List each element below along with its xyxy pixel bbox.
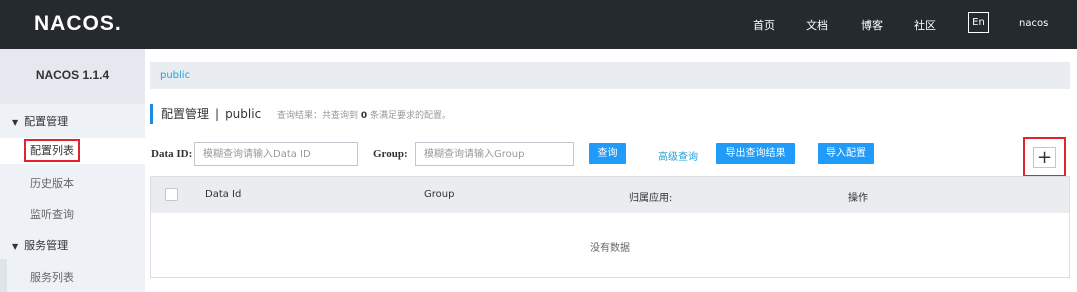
column-header-dataid: Data Id <box>205 189 242 200</box>
query-button[interactable]: 查询 <box>589 143 626 164</box>
sidebar-item-label: 历史版本 <box>30 177 74 190</box>
sidebar-item-listener-query[interactable]: 监听查询 <box>0 202 145 228</box>
user-menu[interactable]: nacos <box>1019 18 1048 29</box>
table-empty-message: 没有数据 <box>590 243 630 254</box>
nav-docs-link[interactable]: 文档 <box>806 17 828 33</box>
nav-community-link[interactable]: 社区 <box>914 17 936 33</box>
query-result-summary: 查询结果：共查询到 0 条满足要求的配置。 <box>277 111 451 121</box>
advanced-query-link[interactable]: 高级查询 <box>658 148 698 163</box>
version-label: NACOS 1.1.4 <box>0 49 145 104</box>
query-result-suffix: 条满足要求的配置。 <box>370 111 452 121</box>
sidebar-group-label: 配置管理 <box>24 115 69 128</box>
page-title-row: 配置管理 | public 查询结果：共查询到 0 条满足要求的配置。 <box>150 104 451 124</box>
sidebar-group-service-management[interactable]: ▼ 服务管理 <box>12 237 68 253</box>
caret-down-icon: ▼ <box>12 242 19 251</box>
page-title-text: 配置管理 <box>161 107 210 121</box>
nav-home-link[interactable]: 首页 <box>753 17 775 33</box>
sidebar-item-label: 服务列表 <box>30 271 74 284</box>
sidebar-group-label: 服务管理 <box>24 239 69 252</box>
sidebar-item-label: 监听查询 <box>30 208 74 221</box>
import-config-button[interactable]: 导入配置 <box>818 143 874 164</box>
sidebar-item-service-list[interactable]: 服务列表 <box>0 265 145 291</box>
page-title: 配置管理 | public <box>161 107 265 121</box>
table-header: Data Id Group 归属应用: 操作 <box>151 177 1069 213</box>
group-search-input[interactable] <box>415 142 574 166</box>
dataid-label: Data ID: <box>151 148 193 160</box>
language-toggle-button[interactable]: En <box>968 12 989 33</box>
title-separator: | <box>215 107 220 121</box>
page-namespace: public <box>225 107 262 121</box>
dataid-search-input[interactable] <box>194 142 358 166</box>
namespace-bar: public <box>150 62 1070 89</box>
plus-icon: + <box>1033 147 1056 168</box>
column-header-group: Group <box>424 189 455 200</box>
sidebar-item-history-version[interactable]: 历史版本 <box>0 171 145 197</box>
column-header-actions: 操作 <box>848 193 868 204</box>
namespace-link-public[interactable]: public <box>160 70 190 81</box>
sidebar-item-label: 配置列表 <box>24 139 80 162</box>
top-navigation-bar: NACOS. 首页 文档 博客 社区 En nacos <box>0 0 1077 49</box>
query-result-count: 0 <box>360 111 368 121</box>
sidebar-item-config-list[interactable]: 配置列表 <box>0 138 145 164</box>
export-results-button[interactable]: 导出查询结果 <box>716 143 795 164</box>
group-label: Group: <box>373 148 408 160</box>
config-table: Data Id Group 归属应用: 操作 没有数据 <box>150 176 1070 278</box>
sidebar-group-config-management[interactable]: ▼ 配置管理 <box>12 113 68 129</box>
select-all-checkbox[interactable] <box>165 188 178 201</box>
caret-down-icon: ▼ <box>12 118 19 127</box>
column-header-app: 归属应用: <box>629 193 673 204</box>
nav-blog-link[interactable]: 博客 <box>861 17 883 33</box>
nacos-logo[interactable]: NACOS. <box>34 12 122 36</box>
query-result-prefix: 查询结果：共查询到 <box>277 111 359 121</box>
add-config-button[interactable]: + <box>1023 137 1066 177</box>
sidebar: NACOS 1.1.4 ▼ 配置管理 配置列表 历史版本 监听查询 ▼ 服务管理 服… <box>0 49 145 292</box>
